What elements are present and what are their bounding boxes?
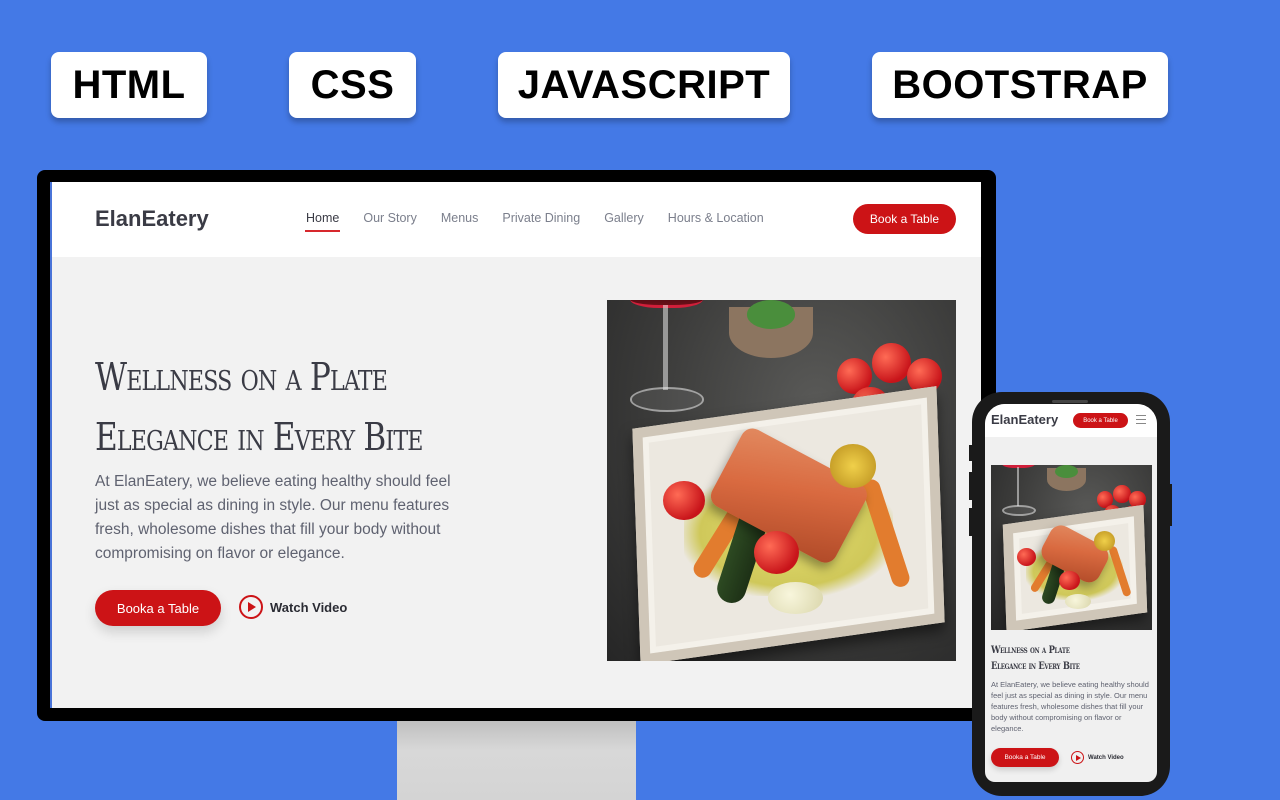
badge-css: CSS	[289, 52, 416, 118]
phone-button	[969, 508, 973, 536]
watch-video-label: Watch Video	[270, 599, 348, 615]
hero-title-line-2: Elegance in Every Bite	[95, 415, 423, 459]
mobile-navbar: ElanEatery Book a Table	[985, 404, 1157, 437]
nav-item-our-story[interactable]: Our Story	[363, 211, 417, 231]
mobile-hero-food-image	[991, 465, 1152, 630]
book-table-nav-button[interactable]: Book a Table	[853, 204, 956, 234]
badge-html: HTML	[51, 52, 207, 118]
site-logo[interactable]: ElanEatery	[95, 206, 209, 232]
mobile-play-icon	[1071, 751, 1084, 764]
watch-video-link[interactable]: Watch Video	[239, 595, 347, 619]
mobile-site-logo[interactable]: ElanEatery	[991, 412, 1058, 427]
phone-speaker	[1052, 400, 1088, 403]
hero-title: Wellness on a Plate Elegance in Every Bi…	[95, 347, 439, 467]
mobile-hero-title-line-1: Wellness on a Plate	[991, 644, 1070, 656]
hero-title-line-1: Wellness on a Plate	[95, 355, 388, 399]
mobile-hero-title: Wellness on a Plate Elegance in Every Bi…	[991, 642, 1080, 674]
site-navbar: ElanEatery Home Our Story Menus Private …	[52, 182, 981, 257]
monitor-stand	[397, 718, 636, 800]
mobile-hero-description: At ElanEatery, we believe eating healthy…	[991, 680, 1149, 733]
mobile-watch-video-link[interactable]: Watch Video	[1071, 751, 1124, 764]
phone-button	[969, 472, 973, 500]
nav-item-private-dining[interactable]: Private Dining	[502, 211, 580, 231]
nav-item-menus[interactable]: Menus	[441, 211, 479, 231]
badge-bootstrap: BOOTSTRAP	[872, 52, 1168, 118]
nav-menu: Home Our Story Menus Private Dining Gall…	[304, 211, 788, 232]
hero-food-image	[607, 300, 956, 661]
hero-description: At ElanEatery, we believe eating healthy…	[95, 473, 451, 562]
book-table-hero-button[interactable]: Booka a Table	[95, 590, 221, 626]
mobile-screen: ElanEatery Book a Table Wellness on a Pl…	[985, 404, 1157, 782]
mobile-watch-video-label: Watch Video	[1088, 754, 1124, 761]
mobile-book-table-nav-button[interactable]: Book a Table	[1073, 413, 1128, 428]
phone-button	[1168, 484, 1172, 526]
phone-button	[969, 445, 973, 461]
nav-item-hours-location[interactable]: Hours & Location	[668, 211, 764, 231]
play-icon	[239, 595, 263, 619]
mobile-hero-title-line-2: Elegance in Every Bite	[991, 660, 1080, 672]
desktop-screen: ElanEatery Home Our Story Menus Private …	[50, 182, 981, 708]
nav-item-home[interactable]: Home	[304, 211, 341, 232]
mobile-book-table-hero-button[interactable]: Booka a Table	[991, 748, 1059, 767]
nav-item-gallery[interactable]: Gallery	[604, 211, 644, 231]
badge-javascript: JAVASCRIPT	[498, 52, 790, 118]
hamburger-menu-icon[interactable]	[1136, 415, 1146, 424]
